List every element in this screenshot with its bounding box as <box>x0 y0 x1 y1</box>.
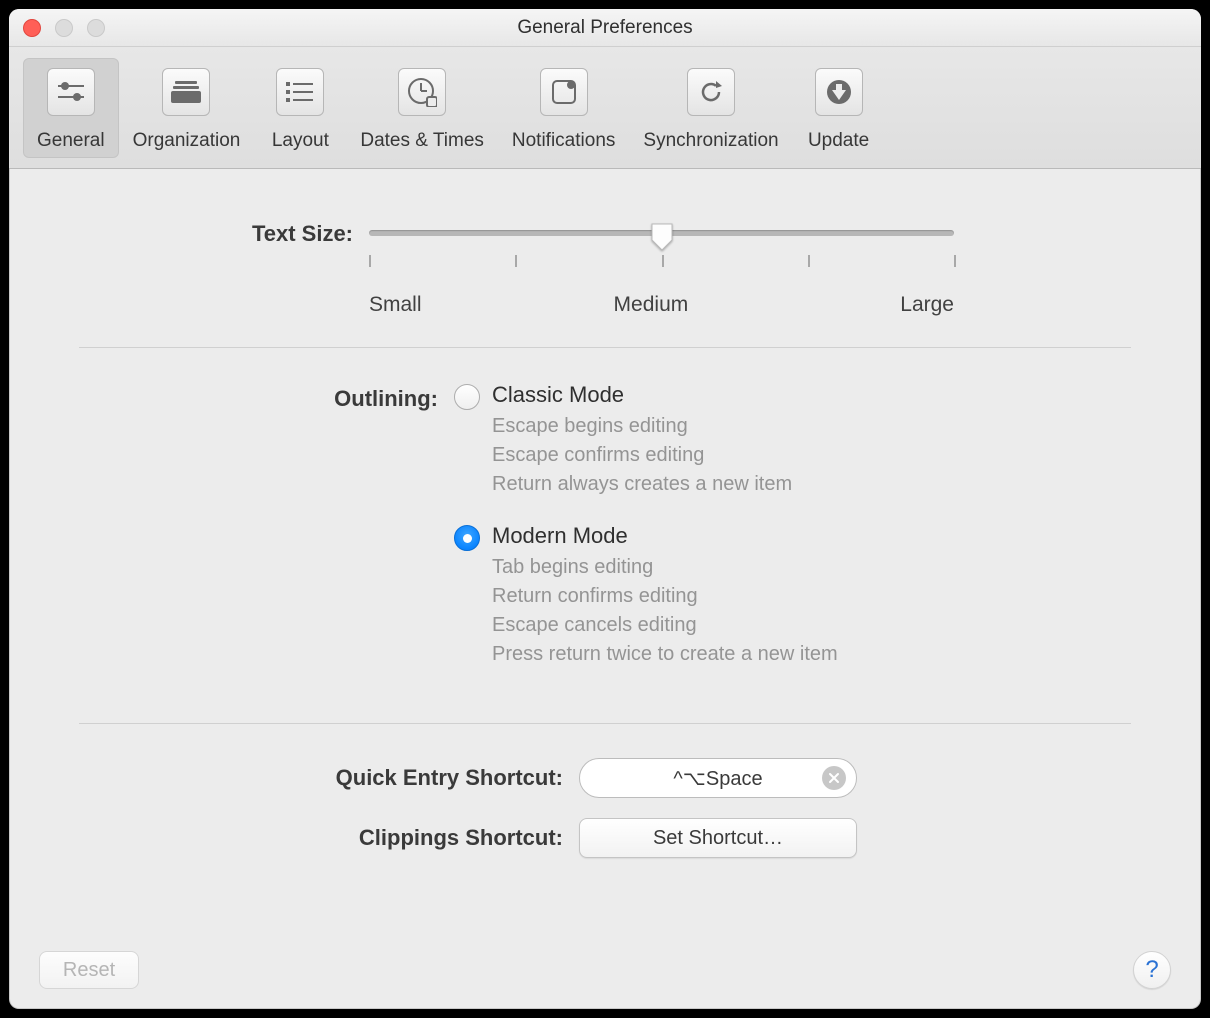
clippings-row: Clippings Shortcut: Set Shortcut… <box>119 818 1091 858</box>
notification-icon <box>540 68 588 116</box>
divider <box>79 347 1131 348</box>
tab-label: Notifications <box>512 130 616 152</box>
sliders-icon <box>47 68 95 116</box>
radio-option-modern[interactable]: Modern Mode Tab begins editing Return co… <box>454 523 1091 669</box>
radio-button-classic[interactable] <box>454 384 480 410</box>
window-controls <box>23 19 105 37</box>
sync-icon <box>687 68 735 116</box>
clippings-label: Clippings Shortcut: <box>119 825 579 851</box>
download-icon <box>815 68 863 116</box>
minimize-window-button[interactable] <box>55 19 73 37</box>
zoom-window-button[interactable] <box>87 19 105 37</box>
titlebar: General Preferences <box>9 9 1201 47</box>
tab-label: Organization <box>133 130 241 152</box>
footer: Reset ? <box>9 931 1201 1009</box>
tab-update[interactable]: Update <box>793 58 885 158</box>
set-clippings-shortcut-button[interactable]: Set Shortcut… <box>579 818 857 858</box>
tab-synchronization[interactable]: Synchronization <box>629 58 792 158</box>
shortcut-value: ^⌥Space <box>673 766 762 791</box>
text-size-label: Text Size: <box>119 217 369 247</box>
tab-label: Update <box>808 130 869 152</box>
slider-thumb[interactable] <box>650 222 674 250</box>
outlining-row: Outlining: Classic Mode Escape begins ed… <box>119 382 1091 693</box>
reset-button[interactable]: Reset <box>39 951 139 989</box>
radio-button-modern[interactable] <box>454 525 480 551</box>
tab-notifications[interactable]: Notifications <box>498 58 630 158</box>
outlining-label: Outlining: <box>119 382 454 412</box>
tab-label: General <box>37 130 105 152</box>
radio-description: Tab begins editing Return confirms editi… <box>492 553 838 669</box>
radio-description: Escape begins editing Escape confirms ed… <box>492 412 792 499</box>
clock-icon <box>398 68 446 116</box>
quick-entry-row: Quick Entry Shortcut: ^⌥Space <box>119 758 1091 798</box>
slider-label-medium: Medium <box>614 293 689 317</box>
tab-label: Layout <box>272 130 329 152</box>
quick-entry-shortcut-field[interactable]: ^⌥Space <box>579 758 857 798</box>
text-size-row: Text Size: <box>119 217 1091 317</box>
slider-label-small: Small <box>369 293 422 317</box>
preferences-window: General Preferences General <box>9 9 1201 1009</box>
toolbar: General Organization Layout <box>9 47 1201 169</box>
inbox-stack-icon <box>162 68 210 116</box>
help-button[interactable]: ? <box>1133 951 1171 989</box>
close-window-button[interactable] <box>23 19 41 37</box>
tab-layout[interactable]: Layout <box>254 58 346 158</box>
radio-title: Classic Mode <box>492 382 792 408</box>
window-title: General Preferences <box>517 17 692 39</box>
tab-dates-times[interactable]: Dates & Times <box>346 58 498 158</box>
divider <box>79 723 1131 724</box>
quick-entry-label: Quick Entry Shortcut: <box>119 765 579 791</box>
list-icon <box>276 68 324 116</box>
tab-organization[interactable]: Organization <box>119 58 255 158</box>
tab-general[interactable]: General <box>23 58 119 158</box>
tab-label: Synchronization <box>643 130 778 152</box>
tab-label: Dates & Times <box>360 130 484 152</box>
text-size-slider[interactable] <box>369 227 954 249</box>
slider-label-large: Large <box>900 293 954 317</box>
radio-title: Modern Mode <box>492 523 838 549</box>
radio-option-classic[interactable]: Classic Mode Escape begins editing Escap… <box>454 382 1091 499</box>
clear-shortcut-icon[interactable] <box>822 766 846 790</box>
